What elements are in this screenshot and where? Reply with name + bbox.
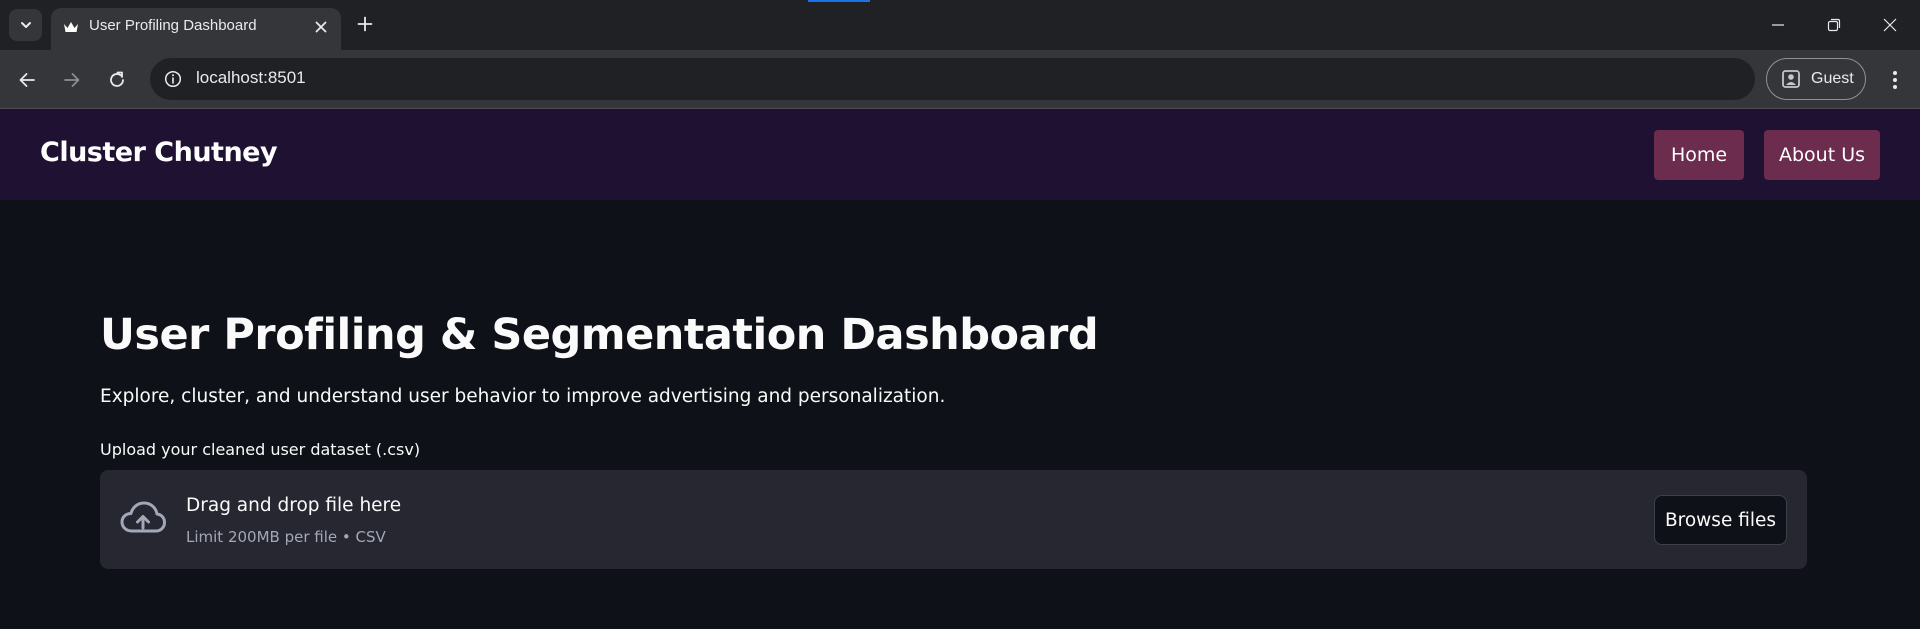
close-icon (1883, 18, 1897, 32)
restore-icon (1827, 18, 1841, 32)
browse-files-button[interactable]: Browse files (1654, 495, 1787, 545)
new-tab-button[interactable] (352, 11, 378, 37)
page-title: User Profiling & Segmentation Dashboard (100, 310, 1099, 360)
tab-indicator (808, 0, 870, 2)
minimize-icon (1772, 24, 1784, 26)
nav-about-button[interactable]: About Us (1764, 130, 1880, 180)
nav-home-button[interactable]: Home (1654, 130, 1744, 180)
more-vert-icon (1893, 71, 1897, 89)
crown-icon (62, 18, 80, 36)
restore-button[interactable] (1806, 0, 1862, 50)
minimize-button[interactable] (1750, 0, 1806, 50)
chevron-down-icon (20, 22, 31, 28)
dropzone-title: Drag and drop file here (186, 495, 402, 516)
back-button[interactable] (12, 65, 42, 95)
browser-menu-button[interactable] (1880, 65, 1910, 95)
brand-title: Cluster Chutney (40, 137, 278, 168)
profile-label: Guest (1811, 70, 1854, 87)
file-dropzone[interactable]: Drag and drop file here Limit 200MB per … (100, 470, 1807, 569)
dropzone-subtitle: Limit 200MB per file • CSV (186, 528, 386, 546)
main-content: User Profiling & Segmentation Dashboard … (0, 200, 1920, 629)
close-window-button[interactable] (1862, 0, 1918, 50)
profile-icon (1782, 70, 1800, 88)
cloud-upload-icon (120, 501, 166, 533)
browser-tab-strip: User Profiling Dashboard (0, 0, 1920, 50)
page-description: Explore, cluster, and understand user be… (100, 386, 946, 407)
reload-button[interactable] (102, 65, 132, 95)
address-bar[interactable]: localhost:8501 (150, 58, 1755, 100)
url-text[interactable]: localhost:8501 (196, 68, 306, 88)
tab-search-button[interactable] (9, 9, 42, 41)
close-icon[interactable] (309, 15, 333, 39)
app-header: Cluster Chutney Home About Us (0, 109, 1920, 200)
plus-icon (357, 16, 373, 32)
back-icon (19, 73, 35, 87)
reload-icon (110, 71, 124, 87)
tab-title: User Profiling Dashboard (89, 17, 257, 34)
upload-label: Upload your cleaned user dataset (.csv) (100, 440, 421, 459)
browser-tab[interactable]: User Profiling Dashboard (51, 8, 341, 50)
browser-toolbar: localhost:8501 Guest (0, 50, 1920, 108)
profile-button[interactable]: Guest (1766, 58, 1866, 100)
forward-icon (64, 73, 80, 87)
forward-button[interactable] (57, 65, 87, 95)
info-icon[interactable] (162, 68, 184, 90)
